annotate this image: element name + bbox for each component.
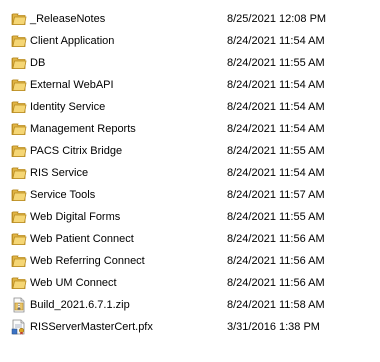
folder-icon: [11, 275, 27, 291]
folder-row[interactable]: Web UM Connect 8/24/2021 11:56 AM: [0, 273, 380, 293]
folder-icon: [11, 55, 27, 71]
folder-row[interactable]: Web Referring Connect 8/24/2021 11:56 AM: [0, 251, 380, 271]
folder-row[interactable]: PACS Citrix Bridge 8/24/2021 11:55 AM: [0, 141, 380, 161]
date-modified: 3/31/2016 1:38 PM: [227, 321, 320, 333]
file-name: _ReleaseNotes: [30, 13, 106, 25]
certificate-file-row[interactable]: RISServerMasterCert.pfx 3/31/2016 1:38 P…: [0, 317, 380, 337]
folder-icon: [11, 253, 27, 269]
folder-row[interactable]: Management Reports 8/24/2021 11:54 AM: [0, 119, 380, 139]
file-name: Web Patient Connect: [30, 233, 134, 245]
folder-row[interactable]: Service Tools 8/24/2021 11:57 AM: [0, 185, 380, 205]
folder-icon: [11, 209, 27, 225]
certificate-file-icon: [11, 319, 27, 335]
file-name: DB: [30, 57, 46, 69]
date-modified: 8/24/2021 11:58 AM: [227, 299, 325, 311]
file-list: _ReleaseNotes 8/25/2021 12:08 PM Client …: [0, 0, 380, 362]
folder-row[interactable]: External WebAPI 8/24/2021 11:54 AM: [0, 75, 380, 95]
folder-icon: [11, 121, 27, 137]
file-name: Build_2021.6.7.1.zip: [30, 299, 130, 311]
date-modified: 8/24/2021 11:55 AM: [227, 57, 325, 69]
folder-row[interactable]: Web Digital Forms 8/24/2021 11:55 AM: [0, 207, 380, 227]
date-modified: 8/24/2021 11:54 AM: [227, 123, 325, 135]
file-name: Web Digital Forms: [30, 211, 121, 223]
folder-icon: [11, 33, 27, 49]
file-name: PACS Citrix Bridge: [30, 145, 123, 157]
date-modified: 8/24/2021 11:55 AM: [227, 145, 325, 157]
file-name: RISServerMasterCert.pfx: [30, 321, 153, 333]
folder-row[interactable]: Client Application 8/24/2021 11:54 AM: [0, 31, 380, 51]
date-modified: 8/24/2021 11:55 AM: [227, 211, 325, 223]
folder-icon: [11, 99, 27, 115]
date-modified: 8/24/2021 11:56 AM: [227, 255, 325, 267]
folder-row[interactable]: DB 8/24/2021 11:55 AM: [0, 53, 380, 73]
date-modified: 8/24/2021 11:54 AM: [227, 79, 325, 91]
file-name: Web Referring Connect: [30, 255, 145, 267]
folder-row[interactable]: RIS Service 8/24/2021 11:54 AM: [0, 163, 380, 183]
date-modified: 8/24/2021 11:56 AM: [227, 277, 325, 289]
file-name: Management Reports: [30, 123, 136, 135]
file-name: Identity Service: [30, 101, 106, 113]
zip-file-icon: [11, 297, 27, 313]
date-modified: 8/24/2021 11:57 AM: [227, 189, 325, 201]
date-modified: 8/24/2021 11:54 AM: [227, 101, 325, 113]
folder-row[interactable]: Web Patient Connect 8/24/2021 11:56 AM: [0, 229, 380, 249]
date-modified: 8/24/2021 11:56 AM: [227, 233, 325, 245]
file-name: Web UM Connect: [30, 277, 117, 289]
date-modified: 8/25/2021 12:08 PM: [227, 13, 327, 25]
folder-row[interactable]: _ReleaseNotes 8/25/2021 12:08 PM: [0, 9, 380, 29]
file-name: External WebAPI: [30, 79, 114, 91]
file-name: Client Application: [30, 35, 115, 47]
folder-icon: [11, 77, 27, 93]
folder-icon: [11, 143, 27, 159]
file-name: Service Tools: [30, 189, 96, 201]
zip-file-row[interactable]: Build_2021.6.7.1.zip 8/24/2021 11:58 AM: [0, 295, 380, 315]
folder-icon: [11, 187, 27, 203]
folder-icon: [11, 11, 27, 27]
folder-icon: [11, 165, 27, 181]
folder-row[interactable]: Identity Service 8/24/2021 11:54 AM: [0, 97, 380, 117]
folder-icon: [11, 231, 27, 247]
date-modified: 8/24/2021 11:54 AM: [227, 167, 325, 179]
file-name: RIS Service: [30, 167, 89, 179]
date-modified: 8/24/2021 11:54 AM: [227, 35, 325, 47]
